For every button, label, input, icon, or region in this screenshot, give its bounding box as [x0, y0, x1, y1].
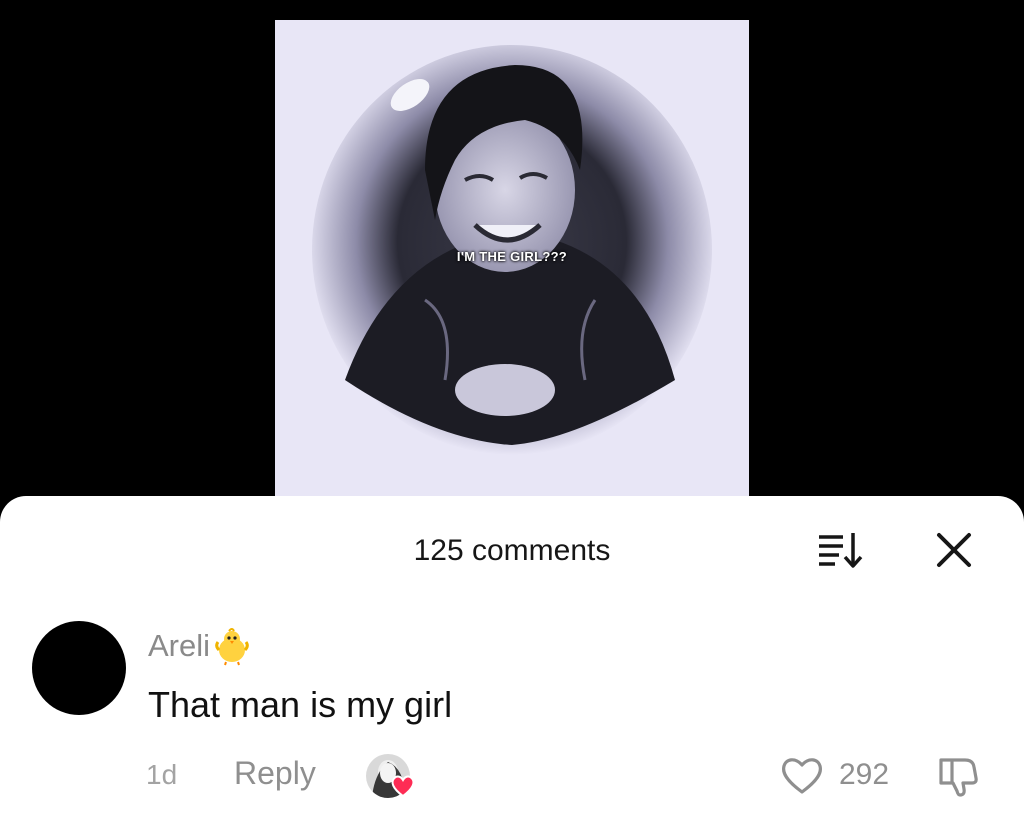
- like-count: 292: [839, 758, 890, 791]
- thumbs-down-icon: [939, 758, 978, 797]
- commenter-username[interactable]: Areli: [148, 626, 252, 666]
- video-thumbnail[interactable]: I'M THE GIRL???: [275, 20, 749, 496]
- comment-timestamp: 1d: [146, 759, 178, 790]
- video-caption: I'M THE GIRL???: [456, 249, 568, 264]
- comment-item: Areli That man is my girl 1d Reply 292: [0, 496, 1024, 826]
- baby-chick-emoji-icon: [215, 628, 249, 666]
- commenter-avatar[interactable]: [32, 621, 126, 715]
- comments-sheet: 125 comments Areli That man is my girl 1…: [0, 496, 1024, 826]
- username-text: Areli: [148, 628, 211, 663]
- dislike-button[interactable]: [935, 754, 983, 798]
- comment-text: That man is my girl: [148, 684, 453, 725]
- creator-heart-icon: [391, 775, 415, 798]
- reply-button[interactable]: Reply: [234, 755, 316, 792]
- like-button[interactable]: [779, 754, 825, 796]
- video-player[interactable]: I'M THE GIRL???: [0, 0, 1024, 510]
- heart-icon: [781, 758, 823, 794]
